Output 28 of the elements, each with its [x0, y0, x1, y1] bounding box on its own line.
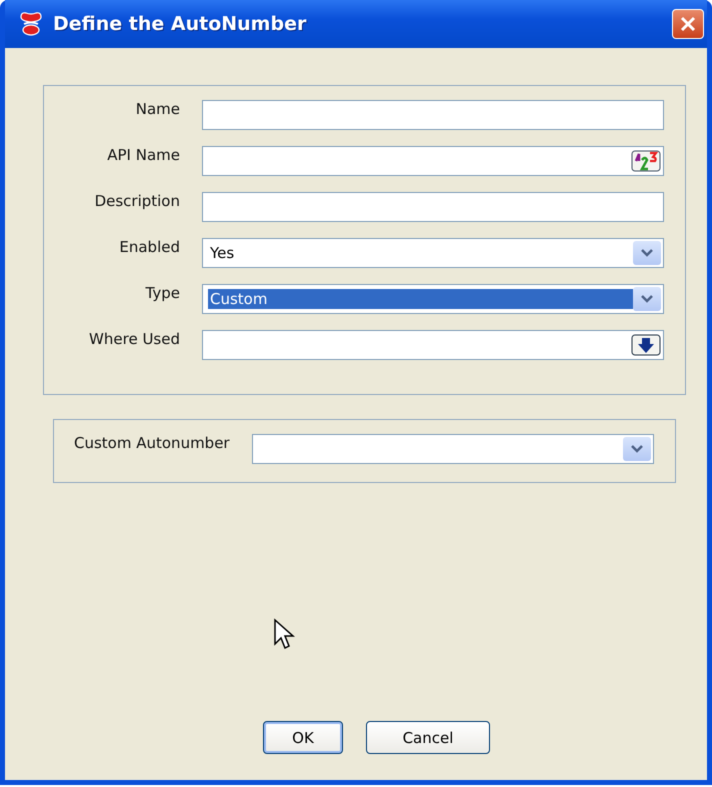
- chevron-down-icon: [640, 294, 654, 304]
- field-label: Where Used: [88, 330, 180, 348]
- field-value: Yes: [209, 243, 236, 263]
- field-value: Custom: [208, 289, 633, 309]
- dropdown-field[interactable]: [252, 434, 654, 464]
- numbers-icon[interactable]: [631, 149, 661, 173]
- input-field[interactable]: [202, 192, 664, 222]
- dropdown-button[interactable]: [633, 241, 661, 265]
- close-icon: [679, 15, 697, 33]
- cancel-button[interactable]: Cancel: [366, 721, 490, 754]
- input-field[interactable]: [202, 146, 664, 176]
- field-label: Name: [134, 100, 180, 118]
- chevron-down-icon: [630, 444, 644, 454]
- field-label: Custom Autonumber: [74, 434, 230, 452]
- chevron-down-icon: [640, 248, 654, 258]
- dropdown-field[interactable]: Custom: [202, 284, 664, 314]
- close-button[interactable]: [672, 9, 704, 39]
- dropdown-button[interactable]: [623, 437, 651, 461]
- field-label: Description: [94, 192, 180, 210]
- dropdown-button[interactable]: [633, 287, 661, 311]
- field-label: API Name: [106, 146, 180, 164]
- dropdown-field[interactable]: Yes: [202, 238, 664, 268]
- ok-button[interactable]: OK: [263, 721, 343, 754]
- field-label: Enabled: [118, 238, 180, 256]
- input-field[interactable]: [202, 100, 664, 130]
- input-field[interactable]: [202, 330, 664, 360]
- window-title: Define the AutoNumber: [53, 13, 308, 35]
- field-label: Type: [144, 284, 180, 302]
